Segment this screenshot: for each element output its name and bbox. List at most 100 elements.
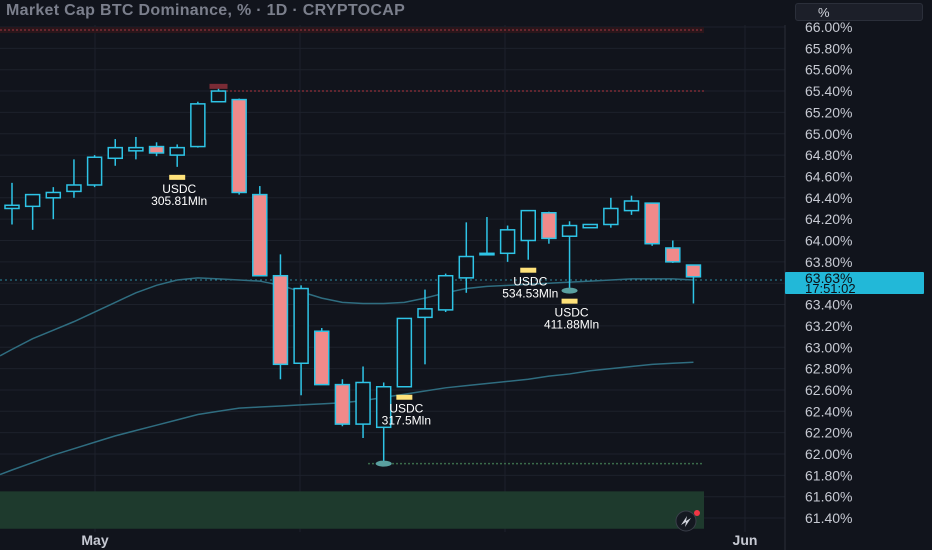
candle [437,273,454,313]
y-tick-label: 65.20% [805,104,852,120]
annotation-marker [561,298,578,304]
candle-body [148,145,165,154]
y-tick-label: 65.60% [805,62,852,78]
annotation-marker [396,394,413,400]
support-zone [0,491,704,529]
annotation-value: 534.53Mln [502,287,558,301]
candle [665,240,681,263]
candle [355,366,371,438]
y-tick-label: 63.80% [805,254,852,270]
candle-body [644,202,660,245]
candle [396,317,413,388]
candle-body [231,98,247,194]
y-tick-label: 64.60% [805,168,852,184]
candle-body [107,146,123,160]
annotation: USDC305.81Mln [151,174,207,208]
candle [603,197,619,228]
y-tick-label: 62.80% [805,361,852,377]
candle [334,379,351,427]
y-tick-label: 63.40% [805,297,852,313]
moving-averages [0,277,694,476]
candle [252,186,268,277]
candle [66,159,82,198]
x-tick-label: Jun [733,532,758,548]
wick-marker [561,287,578,294]
candle [582,223,598,229]
candle-body [210,90,227,103]
candle [272,254,289,380]
price-tag: 63.63%17:51:02 [785,270,924,296]
annotation: USDC411.88Mln [544,298,599,332]
candle [520,209,536,260]
candle [169,144,185,167]
candle [541,211,557,244]
candle-body [396,317,413,388]
candle [4,182,20,225]
candle-body [314,330,330,386]
candle-body [66,184,82,193]
candle-body [128,146,144,152]
candle-body [458,255,475,279]
candle-body [561,224,578,237]
candle [314,328,330,386]
candle [479,217,495,256]
candle-body [541,211,557,240]
candle [210,87,227,103]
chart-grid [0,25,786,550]
annotation-value: 317.5Mln [382,414,431,428]
candle-body [252,193,268,277]
x-tick-label: May [81,532,108,548]
candle [148,142,165,157]
y-tick-label: 62.60% [805,382,852,398]
y-tick-label: 64.40% [805,190,852,206]
y-tick-label: 64.20% [805,211,852,227]
candle-body [169,146,185,156]
candle-body [355,381,371,425]
price-tag-countdown: 17:51:02 [805,281,856,296]
candle [190,101,206,148]
y-tick-label: 62.20% [805,425,852,441]
candle [458,222,475,293]
candle-body [417,308,433,319]
annotation-marker [520,267,537,273]
candle [86,155,103,188]
candle-body [623,200,640,212]
y-tick-label: 65.40% [805,83,852,99]
y-tick-label: 61.40% [805,510,852,526]
candle-body [272,274,289,366]
candle-body [582,223,598,229]
candle-body [685,264,702,278]
candle [623,195,640,215]
low-marker [375,460,392,467]
high-marker [209,83,228,89]
candle [561,221,578,291]
candle [45,187,62,220]
candle [644,202,660,246]
candle-body [334,383,351,425]
chart-zones [0,27,785,529]
y-tick-label: 65.80% [805,40,852,56]
y-tick-label: 64.00% [805,233,852,249]
candle-body [665,247,681,263]
alert-dot-icon [694,510,700,516]
candle [24,193,41,230]
y-tick-label: 66.00% [805,19,852,35]
y-tick-label: 63.20% [805,318,852,334]
candlestick-chart[interactable]: USDC305.81MlnUSDC317.5MlnUSDC534.53MlnUS… [0,0,932,550]
candles [4,83,702,467]
candle-body [520,209,536,242]
candle-body [45,191,62,199]
y-tick-label: 63.00% [805,339,852,355]
candle [293,285,309,396]
annotation-value: 411.88Mln [544,318,599,332]
candle-body [499,229,516,255]
x-axis: May Jun [81,532,757,548]
y-tick-label: 64.80% [805,147,852,163]
candle-body [24,193,41,208]
y-tick-label: 61.60% [805,489,852,505]
candle [107,139,123,166]
candle [685,264,702,304]
y-tick-label: 62.00% [805,446,852,462]
y-tick-label: 65.00% [805,126,852,142]
candle-body [603,207,619,226]
